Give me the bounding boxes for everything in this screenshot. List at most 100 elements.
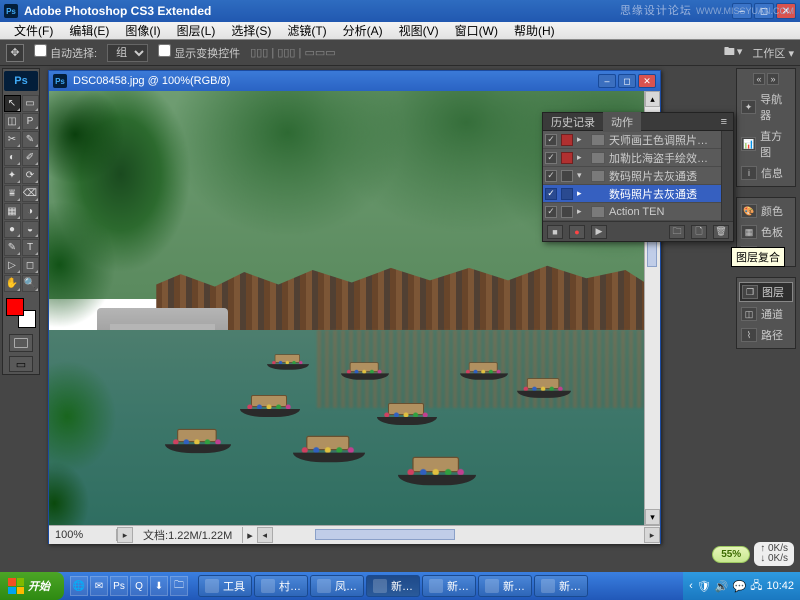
doc-size-info[interactable]: 文档:1.22M/1.22M [133,527,243,543]
toggle-check-icon[interactable]: ✓ [545,170,557,182]
menu-analysis[interactable]: 分析(A) [335,22,391,39]
dialog-toggle-icon[interactable] [561,188,573,200]
ql-icon[interactable]: ✉ [90,576,108,596]
panel-scrollbar[interactable] [721,131,733,221]
toolbox-header-icon[interactable]: Ps [4,71,38,91]
scroll-down-button[interactable]: ▾ [645,509,660,525]
color-swatches[interactable] [6,298,36,328]
expand-icon[interactable]: ▸ [577,188,587,199]
menu-help[interactable]: 帮助(H) [506,22,563,39]
menu-view[interactable]: 视图(V) [391,22,447,39]
taskbar-button[interactable]: 新… [366,575,420,597]
panel-layers[interactable]: ❐图层 [739,282,793,302]
taskbar-button[interactable]: 凤… [310,575,364,597]
screen-mode-button[interactable]: ▭ [9,356,33,372]
scroll-thumb-h[interactable] [315,529,455,540]
clock[interactable]: 10:42 [766,580,794,592]
tool-15[interactable]: ◒ [22,221,39,238]
menu-window[interactable]: 窗口(W) [447,22,506,39]
tool-2[interactable]: ◫ [4,113,21,130]
tool-19[interactable]: ◻ [22,257,39,274]
toggle-check-icon[interactable]: ✓ [545,188,557,200]
dock-expand-icon[interactable]: » [767,73,779,85]
tab-history[interactable]: 历史记录 [543,112,603,132]
tool-10[interactable]: ⩸ [4,185,21,202]
tool-5[interactable]: ✎ [22,131,39,148]
menu-select[interactable]: 选择(S) [223,22,279,39]
foreground-color-swatch[interactable] [6,298,24,316]
action-row[interactable]: ✓▸天师画王色调照片… [543,131,733,149]
tool-4[interactable]: ✂ [4,131,21,148]
workspace-dropdown[interactable]: 工作区 ▾ [752,45,794,61]
tool-16[interactable]: ✎ [4,239,21,256]
quick-mask-button[interactable] [9,334,33,352]
panel-menu-icon[interactable]: ≡ [715,116,733,128]
tab-actions[interactable]: 动作 [603,112,641,132]
dialog-toggle-icon[interactable] [561,134,573,146]
ql-icon[interactable]: ⬇ [150,576,168,596]
tool-13[interactable]: ◑ [22,203,39,220]
tray-icon[interactable]: 🛡 [697,580,711,593]
taskbar-button[interactable]: 新… [534,575,588,597]
tool-14[interactable]: ● [4,221,21,238]
panel-channels[interactable]: ◫通道 [739,305,793,323]
actions-panel[interactable]: 历史记录 动作 ≡ ✓▸天师画王色调照片…✓▸加勒比海盗手绘效…✓▾数码照片去灰… [542,112,734,242]
expand-icon[interactable]: ▸ [577,134,587,145]
menu-layer[interactable]: 图层(L) [169,22,224,39]
auto-select-dropdown[interactable]: 组 [107,44,148,62]
tool-1[interactable]: ▭ [22,95,39,112]
expand-icon[interactable]: ▸ [577,206,587,217]
system-tray[interactable]: ‹ 🛡 🔊 💬 🖧 10:42 [683,572,800,600]
auto-select-checkbox[interactable]: 自动选择: [34,44,97,61]
tray-expand-icon[interactable]: ‹ [689,580,693,592]
menu-filter[interactable]: 滤镜(T) [279,22,334,39]
dialog-toggle-icon[interactable] [561,152,573,164]
toggle-check-icon[interactable]: ✓ [545,152,557,164]
tool-11[interactable]: ⌫ [22,185,39,202]
menu-file[interactable]: 文件(F) [6,22,61,39]
tool-6[interactable]: ◐ [4,149,21,166]
ql-icon[interactable]: 🌐 [70,576,88,596]
taskbar-button[interactable]: 村… [254,575,308,597]
tool-21[interactable]: 🔍 [22,275,39,292]
tray-icon[interactable]: 💬 [733,580,747,593]
taskbar-button[interactable]: 新… [422,575,476,597]
ql-icon[interactable]: 🗀 [170,576,188,596]
tool-18[interactable]: ▷ [4,257,21,274]
action-row[interactable]: ✓▸Action TEN [543,203,733,221]
scroll-up-button[interactable]: ▴ [645,91,660,107]
dialog-toggle-icon[interactable] [561,206,573,218]
tool-8[interactable]: ✦ [4,167,21,184]
menu-image[interactable]: 图像(I) [117,22,168,39]
bridge-icon[interactable]: 🖿▾ [724,43,743,62]
panel-histogram[interactable]: 📊直方图 [739,127,793,161]
ql-icon[interactable]: Ps [110,576,128,596]
document-titlebar[interactable]: Ps DSC08458.jpg @ 100%(RGB/8) – ◻ ✕ [49,71,660,91]
menu-edit[interactable]: 编辑(E) [61,22,117,39]
tool-9[interactable]: ⟳ [22,167,39,184]
taskbar-button[interactable]: 工具 [198,575,252,597]
new-set-button[interactable]: 🗀 [669,225,685,239]
tool-0[interactable]: ↖ [4,95,21,112]
tool-17[interactable]: T [22,239,39,256]
show-transform-checkbox[interactable]: 显示变换控件 [158,44,240,61]
tool-7[interactable]: ✐ [22,149,39,166]
expand-icon[interactable]: ▸ [577,152,587,163]
play-button[interactable]: ▶ [591,225,607,239]
toggle-check-icon[interactable]: ✓ [545,134,557,146]
dock-collapse-icon[interactable]: « [753,73,765,85]
doc-minimize-button[interactable]: – [598,74,616,88]
horizontal-scrollbar[interactable]: ◂ ▸ [257,527,660,543]
panel-color[interactable]: 🎨颜色 [739,202,793,220]
ql-icon[interactable]: Q [130,576,148,596]
status-nav-button[interactable]: ▸ [117,527,133,543]
expand-icon[interactable]: ▾ [577,170,587,181]
tool-20[interactable]: ✋ [4,275,21,292]
record-button[interactable]: ● [569,225,585,239]
tray-icon[interactable]: 🖧 [750,577,762,596]
panel-swatches[interactable]: ▦色板 [739,223,793,241]
tool-3[interactable]: P [22,113,39,130]
panel-info[interactable]: i信息 [739,164,793,182]
taskbar-button[interactable]: 新… [478,575,532,597]
tool-12[interactable]: ▦ [4,203,21,220]
